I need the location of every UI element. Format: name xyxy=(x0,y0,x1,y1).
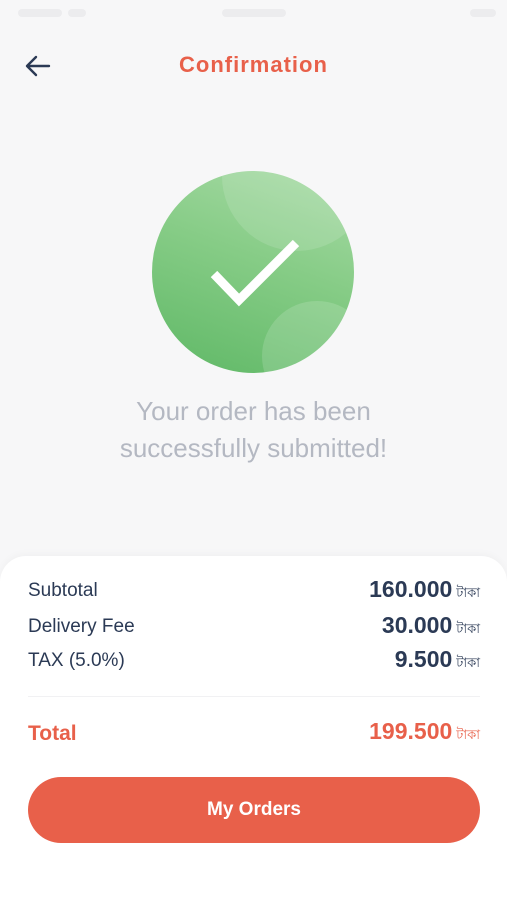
clock-indicator xyxy=(222,9,286,17)
summary-row-tax: TAX (5.0%) 9.500 টাকা xyxy=(28,646,480,676)
battery-icon xyxy=(470,9,496,17)
success-message-line: Your order has been xyxy=(136,396,371,426)
my-orders-button[interactable]: My Orders xyxy=(28,777,480,843)
summary-row-subtotal: Subtotal 160.000 টাকা xyxy=(28,576,480,606)
summary-row-delivery-fee: Delivery Fee 30.000 টাকা xyxy=(28,612,480,642)
currency-label: টাকা xyxy=(456,621,480,636)
divider xyxy=(28,696,480,697)
success-message: Your order has been successfully submitt… xyxy=(40,393,467,467)
total-amount: 199.500 টাকা xyxy=(369,718,480,747)
currency-label: টাকা xyxy=(456,655,480,670)
carrier-indicator xyxy=(18,9,62,17)
summary-value: 30.000 xyxy=(381,612,453,638)
summary-row-total: Total 199.500 টাকা xyxy=(28,718,480,748)
currency-label: টাকা xyxy=(456,727,480,742)
currency-label: টাকা xyxy=(456,585,480,600)
total-label: Total xyxy=(28,722,77,745)
summary-value: 160.000 xyxy=(369,576,453,602)
summary-amount: 160.000 টাকা xyxy=(369,576,480,605)
status-bar xyxy=(0,0,507,30)
summary-label: Subtotal xyxy=(28,580,98,601)
total-value: 199.500 xyxy=(369,718,453,744)
wifi-icon xyxy=(68,9,86,17)
summary-label: TAX (5.0%) xyxy=(28,650,125,671)
order-summary-card: Subtotal 160.000 টাকা Delivery Fee 30.00… xyxy=(0,556,507,900)
summary-amount: 9.500 টাকা xyxy=(395,646,480,675)
page-title: Confirmation xyxy=(179,52,328,77)
summary-value: 9.500 xyxy=(394,646,453,672)
checkmark-icon xyxy=(210,239,300,307)
summary-amount: 30.000 টাকা xyxy=(382,612,480,641)
summary-label: Delivery Fee xyxy=(28,616,135,637)
header: Confirmation xyxy=(0,40,507,92)
success-message-line: successfully submitted! xyxy=(119,433,388,463)
success-badge xyxy=(152,171,354,373)
